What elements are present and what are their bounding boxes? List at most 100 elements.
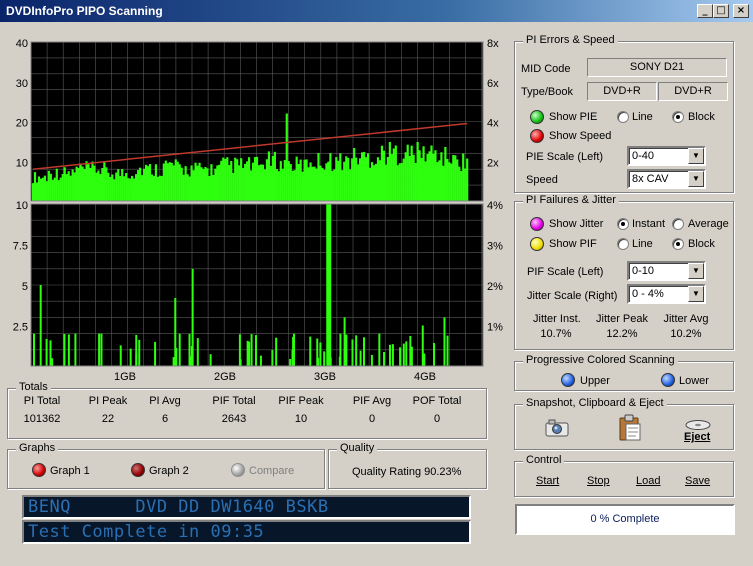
pif-block-radio[interactable] (672, 238, 684, 250)
speed-select[interactable]: 8x CAV ▼ (627, 169, 706, 189)
jitter-axis-tick: 2% (487, 281, 503, 293)
chevron-down-icon[interactable]: ▼ (688, 286, 704, 302)
show-speed-label[interactable]: Show Speed (549, 130, 611, 142)
chevron-down-icon[interactable]: ▼ (688, 263, 704, 279)
jitter-scale-select[interactable]: 0 - 4% ▼ (627, 284, 706, 304)
jitter-avg-label: Jitter Avg (663, 313, 709, 325)
pie-color-icon[interactable] (530, 110, 544, 124)
save-button[interactable]: Save (685, 475, 710, 487)
pie-line-radio[interactable] (617, 111, 629, 123)
pif-bar (129, 348, 132, 366)
pif-bar (423, 353, 426, 366)
jitter-average-label[interactable]: Average (688, 218, 729, 230)
chevron-down-icon[interactable]: ▼ (688, 171, 704, 187)
pif-bar (51, 358, 54, 366)
speed-axis-tick: 6x (487, 78, 499, 90)
jitter-average-radio[interactable] (672, 218, 684, 230)
pif-block-label[interactable]: Block (688, 238, 715, 250)
stop-button[interactable]: Stop (587, 475, 610, 487)
totals-header: POF Total (412, 395, 462, 407)
jitter-peak-value: 12.2% (606, 328, 638, 340)
maximize-button[interactable]: □ (713, 4, 729, 18)
graph2-label[interactable]: Graph 2 (149, 465, 189, 477)
pif-scale-select[interactable]: 0-10 ▼ (627, 261, 706, 281)
totals-header: PI Avg (149, 395, 181, 407)
pif-scale-value: 0-10 (632, 265, 655, 277)
show-pie-label[interactable]: Show PIE (549, 111, 597, 123)
pif-bar (309, 336, 312, 366)
mid-code-label: MID Code (521, 63, 571, 75)
pif-bar (271, 349, 274, 366)
camera-icon[interactable] (544, 418, 570, 438)
pif-axis-tick: 10 (16, 200, 28, 212)
jitter-instant-radio[interactable] (617, 218, 629, 230)
graph2-icon[interactable] (131, 463, 145, 477)
pif-bar (391, 344, 394, 366)
x-axis-tick: 4GB (414, 371, 436, 383)
pif-bar (345, 334, 348, 366)
graph1-label[interactable]: Graph 1 (50, 465, 90, 477)
eject-label[interactable]: Eject (684, 431, 710, 443)
jitter-axis-tick: 1% (487, 322, 503, 334)
pie-axis-tick: 10 (16, 157, 28, 169)
pif-bar (74, 333, 77, 366)
pif-bar (63, 333, 66, 366)
pif-axis-tick: 7.5 (13, 241, 28, 253)
upper-label[interactable]: Upper (580, 375, 610, 387)
start-button[interactable]: Start (536, 475, 559, 487)
pif-bar (378, 333, 381, 366)
quality-title: Quality (337, 442, 378, 454)
totals-value: 101362 (23, 413, 61, 425)
pif-bar (405, 341, 408, 366)
clipboard-icon[interactable] (617, 414, 643, 442)
title-bar: DVDInfoPro PIPO Scanning (0, 0, 753, 22)
pie-block-radio[interactable] (672, 111, 684, 123)
speed-color-icon[interactable] (530, 129, 544, 143)
compare-label[interactable]: Compare (249, 465, 294, 477)
pif-bar (443, 317, 446, 366)
pif-bar (383, 352, 386, 366)
pif-bar (351, 339, 354, 366)
pif-bar (196, 338, 199, 366)
x-axis-tick: 2GB (214, 371, 236, 383)
eject-icon[interactable] (684, 419, 712, 431)
pif-bar (190, 356, 193, 366)
pie-line-label[interactable]: Line (632, 111, 653, 123)
show-pif-label[interactable]: Show PIF (549, 238, 597, 250)
chevron-down-icon[interactable]: ▼ (688, 148, 704, 164)
pie-scale-select[interactable]: 0-40 ▼ (627, 146, 706, 166)
graph1-icon[interactable] (32, 463, 46, 477)
pie-block-label[interactable]: Block (688, 111, 715, 123)
pif-bar (362, 337, 365, 366)
pif-bar (359, 350, 362, 366)
jitter-inst-label: Jitter Inst. (533, 313, 581, 325)
close-button[interactable]: × (733, 4, 749, 18)
snapshot-title: Snapshot, Clipboard & Eject (523, 397, 667, 409)
pif-bar (355, 335, 358, 366)
book-type-value: DVD+R (658, 82, 728, 101)
minimize-button[interactable]: _ (697, 4, 713, 18)
jitter-scale-value: 0 - 4% (632, 288, 664, 300)
jitter-color-icon[interactable] (530, 217, 544, 231)
pif-bar (239, 359, 242, 366)
pif-bar (289, 359, 292, 366)
pif-line-radio[interactable] (617, 238, 629, 250)
speed-value: 8x CAV (632, 173, 669, 185)
pif-bar (399, 347, 402, 366)
pif-line-label[interactable]: Line (632, 238, 653, 250)
speed-label: Speed (526, 174, 558, 186)
show-jitter-label[interactable]: Show Jitter (549, 218, 603, 230)
compare-icon[interactable] (231, 463, 245, 477)
pif-color-icon[interactable] (530, 237, 544, 251)
load-button[interactable]: Load (636, 475, 660, 487)
jitter-axis-tick: 4% (487, 200, 503, 212)
pif-bar (275, 337, 278, 366)
progressive-title: Progressive Colored Scanning (523, 354, 678, 366)
jitter-scale-label: Jitter Scale (Right) (527, 290, 618, 302)
upper-color-icon[interactable] (561, 373, 575, 387)
x-axis-tick: 3GB (314, 371, 336, 383)
lower-label[interactable]: Lower (679, 375, 709, 387)
jitter-instant-label[interactable]: Instant (632, 218, 665, 230)
pi-failures-title: PI Failures & Jitter (523, 194, 619, 206)
lower-color-icon[interactable] (661, 373, 675, 387)
